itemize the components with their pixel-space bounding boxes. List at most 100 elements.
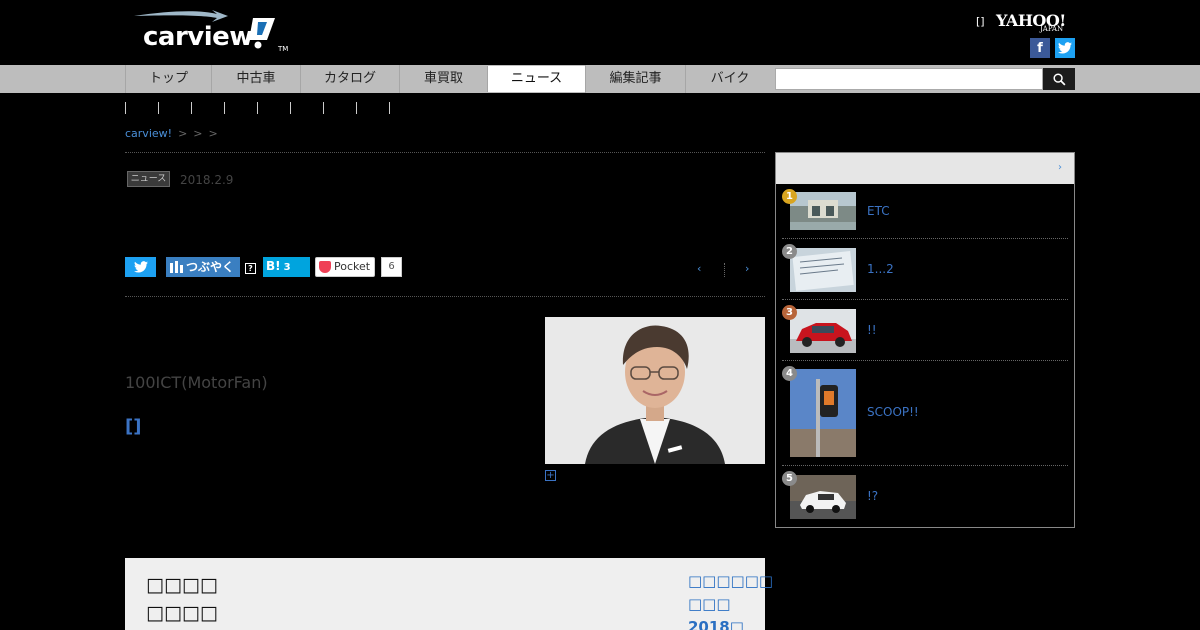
yahoo-japan-label: JAPAN bbox=[1040, 25, 1064, 33]
divider bbox=[125, 152, 765, 153]
ranking-more-link[interactable]: › bbox=[1058, 162, 1062, 173]
pocket-count: 6 bbox=[381, 257, 402, 277]
logo-exclamation-icon bbox=[249, 18, 275, 49]
ranking-panel: › 1 ETC 2 1...2 3 !! 4 SCOOP!! 5 !? bbox=[775, 152, 1075, 528]
pocket-label: Pocket bbox=[334, 260, 371, 273]
search-button[interactable] bbox=[1043, 68, 1075, 90]
pocket-button[interactable]: Pocket bbox=[315, 257, 375, 277]
subnav-divider bbox=[389, 102, 390, 114]
ranking-thumbnail bbox=[790, 192, 856, 230]
rank-number: 5 bbox=[786, 473, 793, 484]
mixi-icon bbox=[170, 261, 183, 273]
related-box-link[interactable]: □□□□□□ □□□ 2018□ bbox=[688, 570, 773, 630]
breadcrumb-separator: > bbox=[208, 127, 218, 140]
divider bbox=[782, 465, 1068, 466]
ranking-item[interactable]: 5 !? bbox=[782, 471, 1068, 521]
breadcrumb-separator: > bbox=[193, 127, 203, 140]
mixi-label: つぶやく bbox=[186, 260, 235, 274]
ranking-header: › bbox=[776, 153, 1074, 184]
ranking-item[interactable]: 4 SCOOP!! bbox=[782, 366, 1068, 460]
breadcrumb-root-link[interactable]: carview! bbox=[125, 127, 172, 140]
ranking-title[interactable]: ETC bbox=[867, 204, 890, 218]
nav-top[interactable]: トップ bbox=[125, 65, 211, 93]
search-input[interactable] bbox=[775, 68, 1043, 90]
subnav-divider bbox=[323, 102, 324, 114]
expand-photo-icon[interactable]: + bbox=[545, 470, 556, 481]
breadcrumb-separator: > bbox=[178, 127, 188, 140]
ranking-thumbnail bbox=[790, 475, 856, 519]
search-icon bbox=[1052, 72, 1065, 85]
hatena-bookmark-button[interactable]: B! 3 bbox=[263, 257, 310, 277]
logo-trademark: TM bbox=[278, 45, 289, 53]
related-box: □□□□ □□□□ □□□□□□ □□□ 2018□ bbox=[125, 558, 773, 630]
ranking-title[interactable]: SCOOP!! bbox=[867, 405, 919, 419]
ranking-item[interactable]: 3 !! bbox=[782, 305, 1068, 355]
main-nav: トップ 中古車 カタログ 車買取 ニュース 編集記事 バイク bbox=[0, 65, 1200, 93]
subnav-divider bbox=[257, 102, 258, 114]
rank-number: 2 bbox=[786, 246, 793, 257]
ranking-title[interactable]: 1...2 bbox=[867, 262, 894, 276]
rank-number-badge: 2 bbox=[782, 244, 797, 259]
facebook-icon[interactable]: f bbox=[1030, 38, 1050, 58]
divider bbox=[782, 360, 1068, 361]
ranking-item[interactable]: 1 ETC bbox=[782, 189, 1068, 233]
pager-divider bbox=[724, 263, 725, 277]
article-photo[interactable] bbox=[545, 317, 765, 464]
breadcrumb: carview! > > > bbox=[125, 127, 218, 140]
rank-number: 3 bbox=[786, 307, 793, 318]
rank-number: 1 bbox=[786, 191, 793, 202]
rank-number-badge: 4 bbox=[782, 366, 797, 381]
prev-article-link[interactable]: ‹ bbox=[697, 262, 701, 275]
divider bbox=[782, 299, 1068, 300]
subnav-divider bbox=[125, 102, 126, 114]
divider bbox=[125, 296, 765, 297]
ranking-item[interactable]: 2 1...2 bbox=[782, 244, 1068, 294]
carview-logo[interactable]: carview TM bbox=[132, 8, 292, 58]
ranking-thumbnail bbox=[790, 248, 856, 292]
related-link-line: □□□□□□ bbox=[688, 572, 774, 590]
article-link[interactable]: [] bbox=[125, 416, 141, 437]
twitter-bird-icon bbox=[133, 261, 148, 273]
related-link-line: □□□ bbox=[688, 595, 731, 613]
related-box-line: □□□□ bbox=[146, 602, 218, 624]
rank-number-badge: 1 bbox=[782, 189, 797, 204]
related-box-title: □□□□ □□□□ bbox=[146, 571, 218, 627]
twitter-icon[interactable] bbox=[1055, 38, 1075, 58]
mixi-help-icon[interactable]: ? bbox=[245, 263, 256, 274]
logo-text: carview bbox=[143, 22, 253, 52]
next-article-link[interactable]: › bbox=[745, 262, 749, 275]
mixi-check-button[interactable]: つぶやく bbox=[166, 257, 240, 277]
subnav-divider bbox=[290, 102, 291, 114]
subnav-divider bbox=[356, 102, 357, 114]
yahoo-bracket: [] bbox=[976, 15, 985, 28]
nav-car-buyout[interactable]: 車買取 bbox=[399, 65, 487, 93]
hatena-label: B! bbox=[266, 259, 281, 273]
category-badge[interactable]: ニュース記事 bbox=[127, 171, 170, 187]
subnav-divider bbox=[224, 102, 225, 114]
article-lead-text: 100ICT(MotorFan) bbox=[125, 373, 268, 392]
ranking-thumbnail bbox=[790, 309, 856, 353]
site-header: carview TM [] YAHOO! JAPAN f bbox=[0, 0, 1200, 65]
hatena-count: 3 bbox=[283, 262, 291, 273]
rank-number-badge: 3 bbox=[782, 305, 797, 320]
pocket-icon bbox=[319, 261, 331, 273]
nav-used-cars[interactable]: 中古車 bbox=[211, 65, 300, 93]
rank-number-badge: 5 bbox=[782, 471, 797, 486]
nav-catalog[interactable]: カタログ bbox=[300, 65, 399, 93]
divider bbox=[782, 238, 1068, 239]
ranking-title[interactable]: !? bbox=[867, 489, 878, 503]
rank-number: 4 bbox=[786, 368, 793, 379]
portrait-image bbox=[545, 317, 765, 464]
facebook-glyph: f bbox=[1037, 40, 1043, 56]
related-box-line: □□□□ bbox=[146, 574, 218, 596]
nav-bike[interactable]: バイク bbox=[685, 65, 774, 93]
nav-editorial[interactable]: 編集記事 bbox=[585, 65, 685, 93]
ranking-thumbnail bbox=[790, 369, 856, 457]
ranking-title[interactable]: !! bbox=[867, 323, 877, 337]
subnav-divider bbox=[191, 102, 192, 114]
tweet-button[interactable] bbox=[125, 257, 156, 277]
subnav-divider bbox=[158, 102, 159, 114]
related-link-line: 2018□ bbox=[688, 618, 744, 630]
twitter-bird-icon bbox=[1058, 42, 1072, 54]
nav-news[interactable]: ニュース bbox=[487, 66, 585, 92]
